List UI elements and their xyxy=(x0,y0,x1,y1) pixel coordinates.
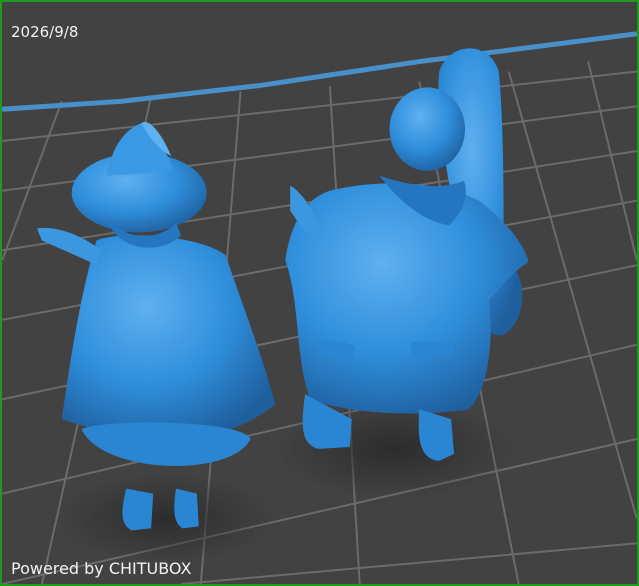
witch-shadow xyxy=(56,473,276,564)
3d-viewport[interactable]: 2026/9/8 Powered by CHITUBOX xyxy=(0,0,639,586)
brand-watermark: Powered by CHITUBOX xyxy=(11,559,192,578)
date-label: 2026/9/8 xyxy=(11,23,79,41)
scene-canvas[interactable] xyxy=(2,2,637,584)
